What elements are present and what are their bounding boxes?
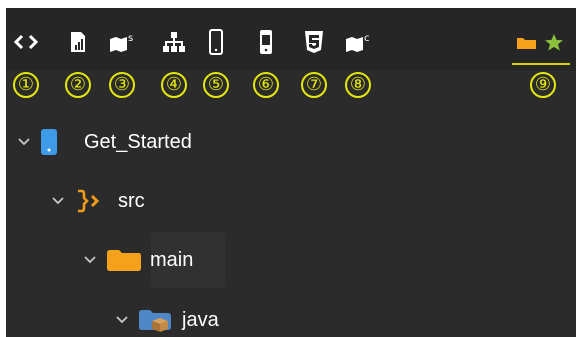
tree-node-label: Get_Started <box>84 130 192 153</box>
source-bracket-icon <box>78 189 100 213</box>
svg-text:s: s <box>128 33 133 44</box>
tree-node-label: java <box>182 308 219 331</box>
callout-6: ⑥ <box>253 72 279 98</box>
folder-icon <box>517 38 536 49</box>
active-tab-indicator <box>512 63 570 65</box>
tree-node-label: src <box>118 189 145 212</box>
tree-node-get-started[interactable]: Get_Started <box>16 122 192 162</box>
document-chart-icon[interactable] <box>64 28 92 56</box>
toolbar: s c <box>6 8 576 71</box>
tree-node-main[interactable]: main <box>82 240 193 280</box>
chevron-down-icon <box>116 316 128 324</box>
folder-icon <box>107 250 141 271</box>
callout-5: ⑤ <box>203 72 229 98</box>
mobile-app-icon <box>41 129 57 155</box>
chevron-down-icon <box>52 197 64 205</box>
svg-text:c: c <box>364 33 370 44</box>
phone-outline-icon[interactable] <box>202 28 230 56</box>
chevron-down-icon <box>84 256 96 264</box>
tree-node-label: main <box>150 248 194 271</box>
code-brackets-icon[interactable] <box>12 28 40 56</box>
java-package-icon <box>139 310 171 332</box>
callout-7: ⑦ <box>301 72 327 98</box>
map-s-icon[interactable]: s <box>108 28 136 56</box>
callout-2: ② <box>65 72 91 98</box>
callout-9: ⑨ <box>530 72 556 98</box>
callout-1: ① <box>13 72 39 98</box>
map-c-icon[interactable]: c <box>344 28 372 56</box>
callout-3: ③ <box>109 72 135 98</box>
callout-8: ⑧ <box>345 72 371 98</box>
tree-node-java[interactable]: java <box>114 300 219 337</box>
phone-screen-icon[interactable] <box>252 28 280 56</box>
star-icon <box>545 34 563 51</box>
callout-4: ④ <box>161 72 187 98</box>
chevron-down-icon <box>18 138 30 146</box>
project-panel: s c ① ② ③ ④ ⑤ ⑥ ⑦ ⑧ ⑨ Get_Started src ma… <box>6 8 576 337</box>
html5-icon[interactable] <box>300 28 328 56</box>
tree-node-src[interactable]: src <box>50 181 145 221</box>
folder-favorites-tab[interactable] <box>514 32 570 52</box>
hierarchy-icon[interactable] <box>160 28 188 56</box>
